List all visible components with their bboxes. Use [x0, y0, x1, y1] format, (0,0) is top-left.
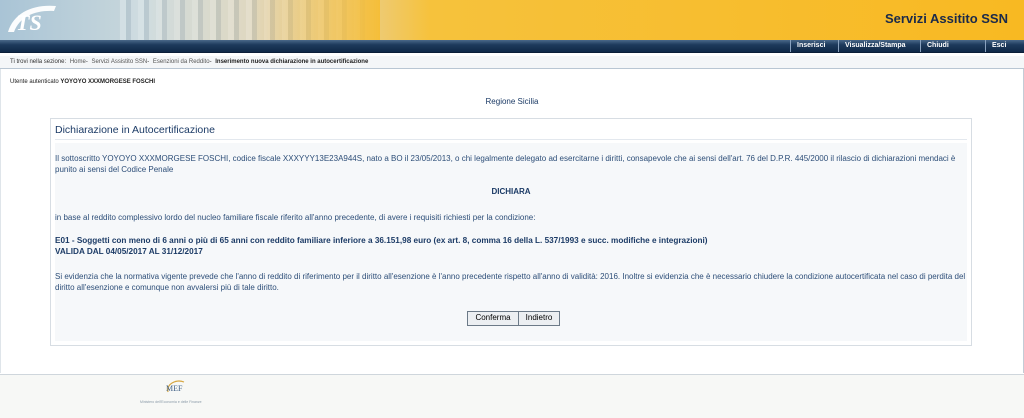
breadcrumb-separator: -: [209, 59, 212, 65]
pharmacy-shelves-image: [120, 0, 380, 40]
legal-note: Si evidenzia che la normativa vigente pr…: [55, 272, 966, 292]
breadcrumb-separator: -: [147, 59, 150, 65]
back-button[interactable]: Indietro: [518, 311, 560, 326]
panel-divider: [55, 139, 967, 140]
breadcrumb-label: Ti trovi nella sezione:: [10, 59, 67, 65]
breadcrumb-separator: -: [85, 59, 88, 65]
mef-caption: Ministero dell'Economia e delle Finanze: [140, 400, 202, 404]
user-name: YOYOYO XXXMORGESE FOSCHI: [60, 79, 156, 85]
authenticated-user: Utente autenticato YOYOYO XXXMORGESE FOS…: [10, 79, 155, 85]
footer: MEF Ministero dell'Economia e delle Fina…: [0, 374, 1024, 418]
breadcrumb-home-link[interactable]: Home: [70, 59, 86, 65]
confirm-button[interactable]: Conferma: [467, 311, 519, 326]
breadcrumb: Ti trovi nella sezione: Home- Servizi As…: [0, 56, 1024, 69]
user-label: Utente autenticato: [10, 79, 59, 85]
nav-item-visualizza-stampa[interactable]: Visualizza/Stampa: [838, 40, 906, 52]
declaration-body: Il sottoscritto YOYOYO XXXMORGESE FOSCHI…: [55, 143, 967, 341]
exemption-condition: E01 - Soggetti con meno di 6 anni o più …: [55, 236, 708, 245]
nav-item-inserisci[interactable]: Inserisci: [790, 40, 825, 52]
header-banner: TS Servizi Assitito SSN: [0, 0, 1024, 40]
declaration-intro: Il sottoscritto YOYOYO XXXMORGESE FOSCHI…: [55, 154, 956, 174]
declaration-heading: DICHIARA: [491, 187, 531, 196]
breadcrumb-current: Inserimento nuova dichiarazione in autoc…: [215, 59, 369, 65]
panel-title: Dichiarazione in Autocertificazione: [55, 124, 215, 136]
top-navigation: Inserisci Visualizza/Stampa Chiudi Esci: [0, 40, 1024, 53]
ts-logo-icon: TS: [8, 5, 56, 35]
validity-period: VALIDA DAL 04/05/2017 AL 31/12/2017: [55, 247, 203, 256]
region-name: Regione Sicilia: [485, 97, 539, 106]
ts-logo-text: TS: [16, 10, 42, 35]
breadcrumb-servizi-link[interactable]: Servizi Assistito SSN: [92, 59, 148, 65]
declaration-statement: in base al reddito complessivo lordo del…: [55, 213, 536, 222]
declaration-panel: Dichiarazione in Autocertificazione Il s…: [50, 118, 972, 346]
nav-item-esci[interactable]: Esci: [985, 40, 1006, 52]
nav-item-chiudi[interactable]: Chiudi: [920, 40, 949, 52]
app-title: Servizi Assitito SSN: [884, 11, 1008, 26]
mef-logo-icon: MEF: [166, 380, 185, 393]
breadcrumb-esenzioni-link[interactable]: Esenzioni da Reddito: [153, 59, 210, 65]
mef-logo-text: MEF: [166, 384, 183, 393]
